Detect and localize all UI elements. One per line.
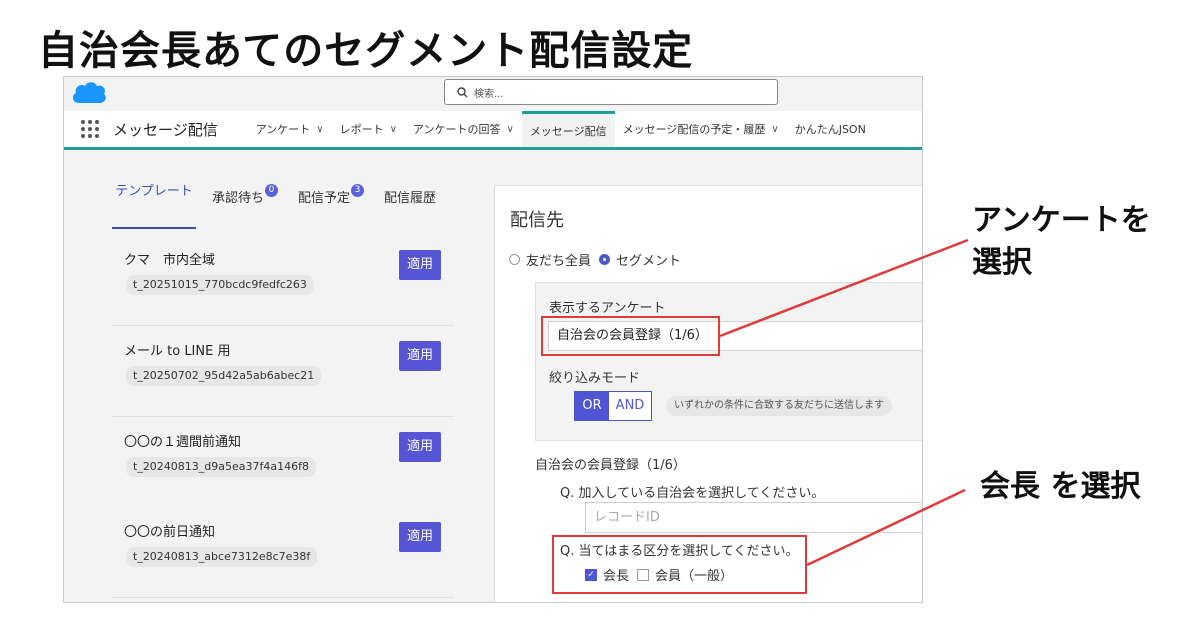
- radio-all-friends-label[interactable]: 友だち全員: [526, 250, 591, 269]
- template-panel: テンプレート 承認待ち0 配信予定3 配信履歴 クマ 市内全域 t_202510…: [84, 155, 474, 602]
- apply-button[interactable]: 適用: [399, 522, 441, 552]
- callout-select-president: 会長 を選択: [980, 469, 1141, 504]
- template-id-badge: t_20240813_abce7312e8c7e38f: [126, 547, 318, 567]
- tab-history[interactable]: 配信履歴: [384, 187, 436, 206]
- template-card: 〇〇の前日通知 t_20240813_abce7312e8c7e38f 適用: [112, 507, 454, 598]
- nav-item-delivery-schedule[interactable]: メッセージ配信の予定・履歴 ∨: [615, 111, 787, 147]
- nav-item-message-delivery[interactable]: メッセージ配信: [521, 111, 615, 147]
- destination-title: 配信先: [510, 210, 564, 231]
- highlight-survey-select: [541, 316, 720, 356]
- destination-radio-group: 友だち全員 セグメント: [509, 250, 689, 269]
- template-name: 〇〇の１週間前通知: [124, 435, 242, 450]
- search-placeholder: 検索...: [474, 88, 504, 100]
- apply-button[interactable]: 適用: [399, 341, 441, 371]
- record-id-input[interactable]: レコードID: [585, 502, 922, 533]
- tab-approval[interactable]: 承認待ち0: [212, 184, 279, 206]
- question-1-label: Q. 加入している自治会を選択してください。: [560, 486, 825, 501]
- mode-and-button[interactable]: AND: [609, 392, 651, 420]
- tab-template[interactable]: テンプレート: [112, 183, 196, 200]
- chevron-down-icon[interactable]: ∨: [771, 124, 778, 135]
- survey-select-label: 表示するアンケート: [549, 301, 666, 316]
- nav-item-survey-answers[interactable]: アンケートの回答 ∨: [405, 111, 522, 147]
- callout-select-survey: アンケートを 選択: [972, 203, 1151, 280]
- nav-item-survey[interactable]: アンケート ∨: [248, 111, 332, 147]
- search-icon: [457, 86, 468, 97]
- global-search-input[interactable]: 検索...: [444, 79, 778, 105]
- scheduled-count-badge: 3: [351, 184, 365, 197]
- page-headline: 自治会長あてのセグメント配信設定: [38, 28, 694, 74]
- app-screenshot: 検索... メッセージ配信 アンケート ∨ レポート ∨ アンケートの回答 ∨ メッセ…: [63, 76, 923, 603]
- approval-count-badge: 0: [265, 184, 279, 197]
- segment-settings-box: 表示するアンケート 自治会の会員登録（1/6） 絞り込みモード OR AND い…: [535, 282, 922, 441]
- radio-segment-label[interactable]: セグメント: [616, 250, 681, 269]
- template-card: メール to LINE 用 t_20250702_95d42a5ab6abec2…: [112, 326, 454, 417]
- template-name: 〇〇の前日通知: [124, 525, 216, 540]
- nav-item-report[interactable]: レポート ∨: [332, 111, 405, 147]
- template-tabs: テンプレート 承認待ち0 配信予定3 配信履歴: [84, 155, 474, 230]
- template-id-badge: t_20250702_95d42a5ab6abec21: [126, 366, 322, 386]
- chevron-down-icon[interactable]: ∨: [506, 124, 513, 135]
- filter-mode-toggle: OR AND: [574, 391, 652, 421]
- apply-button[interactable]: 適用: [399, 432, 441, 462]
- tab-scheduled[interactable]: 配信予定3: [298, 184, 365, 206]
- app-nav-bar: メッセージ配信 アンケート ∨ レポート ∨ アンケートの回答 ∨ メッセージ配信 メ…: [64, 111, 922, 150]
- template-card: 〇〇の１週間前通知 t_20240813_d9a5ea37f4a146f8 適用: [112, 417, 454, 508]
- survey-section-title: 自治会の会員登録（1/6）: [535, 458, 686, 473]
- template-name: クマ 市内全域: [124, 253, 216, 268]
- radio-all-friends[interactable]: [509, 254, 520, 265]
- chevron-down-icon[interactable]: ∨: [390, 124, 397, 135]
- salesforce-cloud-icon: [72, 82, 106, 103]
- template-name: メール to LINE 用: [124, 344, 231, 359]
- app-name: メッセージ配信: [113, 120, 218, 139]
- template-id-badge: t_20251015_770bcdc9fedfc263: [126, 275, 314, 295]
- chevron-down-icon[interactable]: ∨: [316, 124, 323, 135]
- template-card: クマ 市内全域 t_20251015_770bcdc9fedfc263 適用: [112, 235, 454, 326]
- radio-segment[interactable]: [599, 254, 611, 265]
- mode-or-button[interactable]: OR: [575, 392, 609, 420]
- nav-item-easy-json[interactable]: かんたんJSON: [787, 111, 874, 147]
- app-launcher-icon[interactable]: [81, 120, 99, 138]
- filter-mode-label: 絞り込みモード: [549, 371, 641, 386]
- apply-button[interactable]: 適用: [399, 250, 441, 280]
- template-id-badge: t_20240813_d9a5ea37f4a146f8: [126, 457, 317, 477]
- tab-underline: [112, 227, 196, 229]
- highlight-president-checkbox: [552, 535, 807, 594]
- filter-mode-help: いずれかの条件に合致する友だちに送信します: [666, 396, 892, 416]
